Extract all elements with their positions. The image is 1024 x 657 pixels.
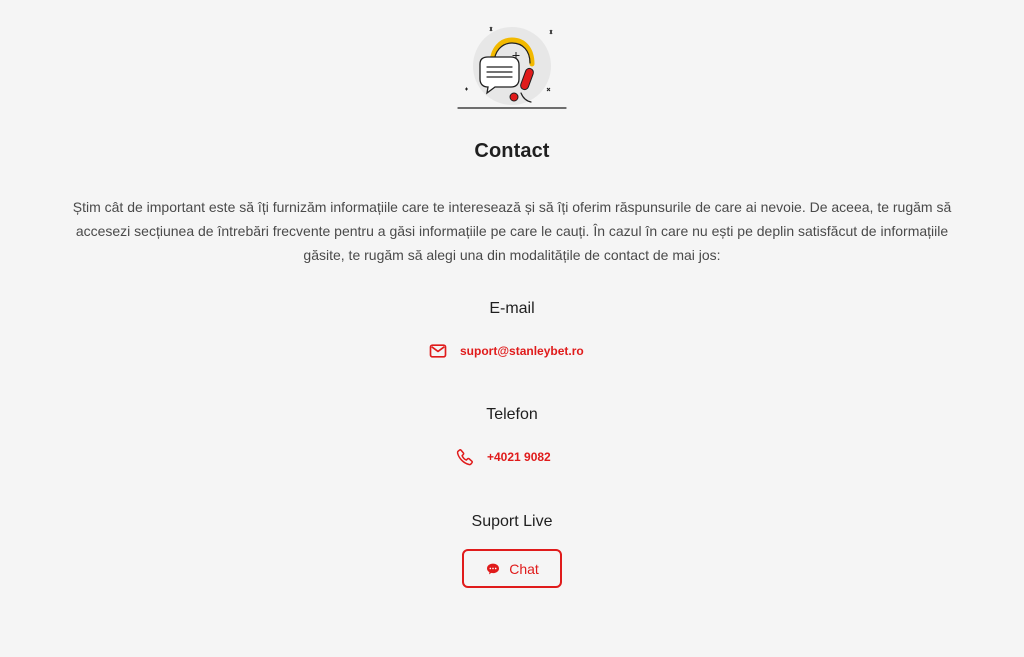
chat-bubble-icon [487, 563, 500, 574]
contact-intro: Știm cât de important este să îți furniz… [72, 199, 952, 263]
chat-button[interactable]: Chat [462, 549, 562, 588]
page-title: Contact [474, 140, 550, 162]
mail-icon [429, 344, 447, 358]
email-section-title: E-mail [489, 300, 535, 317]
live-support-section-title: Suport Live [471, 513, 553, 530]
phone-icon [456, 449, 473, 466]
support-illustration [452, 22, 572, 114]
email-address: suport@stanleybet.ro [460, 344, 584, 358]
support-headset-illustration [457, 26, 567, 109]
email-link[interactable]: suport@stanleybet.ro [428, 341, 584, 361]
phone-link[interactable]: +4021 9082 [455, 447, 551, 467]
chat-button-label: Chat [509, 560, 539, 577]
phone-section-title: Telefon [486, 406, 538, 423]
contact-page: Contact Știm cât de important este să îț… [0, 0, 1024, 657]
phone-number: +4021 9082 [487, 450, 551, 464]
